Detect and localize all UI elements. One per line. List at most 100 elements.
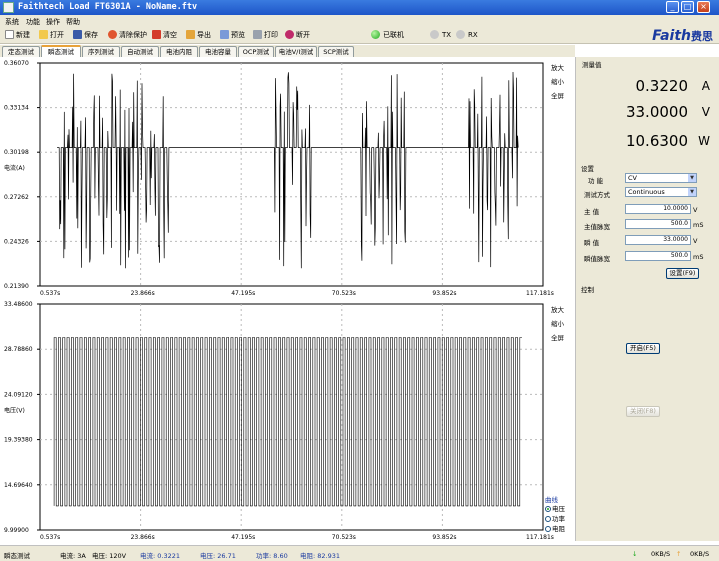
app-icon bbox=[3, 2, 14, 13]
new-button[interactable]: 新建 bbox=[5, 30, 30, 42]
tab-ocp-test[interactable]: OCP测试 bbox=[238, 46, 274, 57]
trans-value-unit: V bbox=[693, 237, 698, 245]
preview-button[interactable]: 预览 bbox=[220, 30, 245, 42]
tab-battery-resistance[interactable]: 电池内阻 bbox=[160, 46, 198, 57]
disconnect-label: 断开 bbox=[296, 31, 310, 39]
radio-resistance[interactable]: 电阻 bbox=[545, 525, 577, 533]
current-y-tick-label: 0.33134 bbox=[4, 105, 29, 112]
clear-protect-button[interactable]: 清除保护 bbox=[108, 30, 147, 42]
start-button[interactable]: 开启(F5) bbox=[626, 343, 660, 354]
current-unit: A bbox=[701, 79, 710, 93]
power-measurement: 10.6300 W bbox=[576, 130, 719, 156]
toolbar: 新建 打开 保存 清除保护 清空 导出 预览 打印 断开 已联机 TX RX F… bbox=[0, 27, 719, 44]
voltage-x-tick-label: 0.537s bbox=[40, 534, 60, 541]
voltage-x-tick-label: 70.523s bbox=[332, 534, 356, 541]
tab-scp-test[interactable]: SCP测试 bbox=[318, 46, 354, 57]
connection-status: 已联机 bbox=[371, 30, 404, 42]
export-icon bbox=[186, 30, 195, 39]
tab-transient-test[interactable]: 瞬态测试 bbox=[41, 45, 81, 57]
function-select[interactable]: CV ▼ bbox=[625, 173, 697, 183]
rx-indicator: RX bbox=[456, 30, 478, 42]
voltage-x-tick-label: 47.195s bbox=[231, 534, 255, 541]
radio-voltage-label: 电压 bbox=[552, 505, 565, 513]
current-chart-svg: 0.36070 0.33134 0.30198 0.27262 0.24326 0.213… bbox=[4, 60, 554, 297]
mode-select[interactable]: Continuous ▼ bbox=[625, 187, 697, 197]
disconnect-button[interactable]: 断开 bbox=[285, 30, 310, 42]
brand-latin: Faith bbox=[652, 28, 691, 44]
tab-sequence-test[interactable]: 序列测试 bbox=[82, 46, 120, 57]
radio-voltage[interactable]: 电压 bbox=[545, 505, 577, 513]
zoom-in-link-2[interactable]: 放大 bbox=[551, 304, 564, 314]
tx-label: TX bbox=[442, 31, 452, 39]
save-button[interactable]: 保存 bbox=[73, 30, 98, 42]
radio-power[interactable]: 功率 bbox=[545, 515, 577, 523]
status-current-range: 电流: 3A bbox=[60, 552, 86, 560]
curve-group-title: 曲线 bbox=[545, 496, 558, 504]
current-x-tick-label: 117.181s bbox=[526, 290, 554, 297]
fullscreen-link-2[interactable]: 全屏 bbox=[551, 332, 564, 342]
tab-battery-vi-test[interactable]: 电池V/I测试 bbox=[275, 46, 317, 57]
current-value: 0.3220 bbox=[635, 77, 689, 95]
mode-label: 测试方式 bbox=[584, 191, 610, 199]
zoom-out-link[interactable]: 缩小 bbox=[551, 76, 564, 86]
current-x-tick-label: 47.195s bbox=[231, 290, 255, 297]
main-value-unit: V bbox=[693, 206, 698, 214]
tab-steady-test[interactable]: 定态测试 bbox=[2, 46, 40, 57]
main-value-label: 主 值 bbox=[584, 208, 600, 216]
minimize-button[interactable]: _ bbox=[666, 1, 679, 13]
tab-auto-test[interactable]: 自动测试 bbox=[121, 46, 159, 57]
clear-label: 清空 bbox=[163, 31, 177, 39]
main-width-input[interactable]: 500.0 bbox=[625, 219, 691, 229]
current-measurement: 0.3220 A bbox=[576, 75, 719, 101]
export-button[interactable]: 导出 bbox=[186, 30, 211, 42]
folder-icon bbox=[39, 30, 48, 39]
trans-value-input[interactable]: 33.0000 bbox=[625, 235, 691, 245]
status-current-reading: 电流: 0.3221 bbox=[140, 552, 180, 560]
voltage-x-tick-label: 93.852s bbox=[432, 534, 456, 541]
menu-help[interactable]: 帮助 bbox=[66, 17, 80, 27]
current-y-tick-label: 0.21390 bbox=[4, 283, 29, 290]
settings-title: 设置 bbox=[581, 165, 594, 173]
voltage-y-tick-label: 24.09120 bbox=[4, 391, 33, 398]
clear-button[interactable]: 清空 bbox=[152, 30, 177, 42]
open-label: 打开 bbox=[50, 31, 64, 39]
function-select-value: CV bbox=[628, 174, 637, 182]
rx-led-icon bbox=[456, 30, 465, 39]
print-button[interactable]: 打印 bbox=[253, 30, 278, 42]
tab-battery-capacity[interactable]: 电池容量 bbox=[199, 46, 237, 57]
menu-function[interactable]: 功能 bbox=[26, 17, 40, 27]
stop-button[interactable]: 关闭(F8) bbox=[626, 406, 660, 417]
voltage-chart-svg: 33.48600 28.78860 24.09120 19.39380 14.69640… bbox=[4, 301, 554, 541]
voltage-chart: 33.48600 28.78860 24.09120 19.39380 14.69640… bbox=[0, 297, 575, 543]
voltage-x-tick-label: 23.866s bbox=[131, 534, 155, 541]
status-power-reading: 功率: 8.60 bbox=[256, 552, 288, 560]
maximize-button[interactable]: □ bbox=[681, 1, 694, 13]
print-label: 打印 bbox=[264, 31, 278, 39]
set-button[interactable]: 设置(F9) bbox=[666, 268, 699, 279]
rx-arrow-icon: ↓ bbox=[632, 550, 638, 558]
menu-operation[interactable]: 操作 bbox=[46, 17, 60, 27]
eraser-icon bbox=[152, 30, 161, 39]
preview-icon bbox=[220, 30, 229, 39]
new-file-icon bbox=[5, 30, 14, 39]
chevron-down-icon[interactable]: ▼ bbox=[688, 188, 696, 196]
status-mode: 瞬态测试 bbox=[4, 552, 30, 560]
close-button[interactable]: × bbox=[697, 1, 710, 13]
tx-led-icon bbox=[430, 30, 439, 39]
radio-dot-icon bbox=[545, 526, 551, 532]
new-label: 新建 bbox=[16, 31, 30, 39]
chevron-down-icon[interactable]: ▼ bbox=[688, 174, 696, 182]
zoom-in-link[interactable]: 放大 bbox=[551, 62, 564, 72]
trans-width-input[interactable]: 500.0 bbox=[625, 251, 691, 261]
menu-system[interactable]: 系统 bbox=[5, 17, 19, 27]
voltage-y-tick-label: 14.69640 bbox=[4, 482, 33, 489]
voltage-y-tick-label: 28.78860 bbox=[4, 346, 33, 353]
main-width-label: 主值脉宽 bbox=[584, 223, 610, 231]
voltage-unit: V bbox=[701, 105, 710, 119]
fullscreen-link[interactable]: 全屏 bbox=[551, 90, 564, 100]
brand-logo: Faith费思 bbox=[652, 28, 713, 44]
open-button[interactable]: 打开 bbox=[39, 30, 64, 42]
mode-select-value: Continuous bbox=[628, 188, 665, 196]
main-value-input[interactable]: 10.0000 bbox=[625, 204, 691, 214]
zoom-out-link-2[interactable]: 缩小 bbox=[551, 318, 564, 328]
